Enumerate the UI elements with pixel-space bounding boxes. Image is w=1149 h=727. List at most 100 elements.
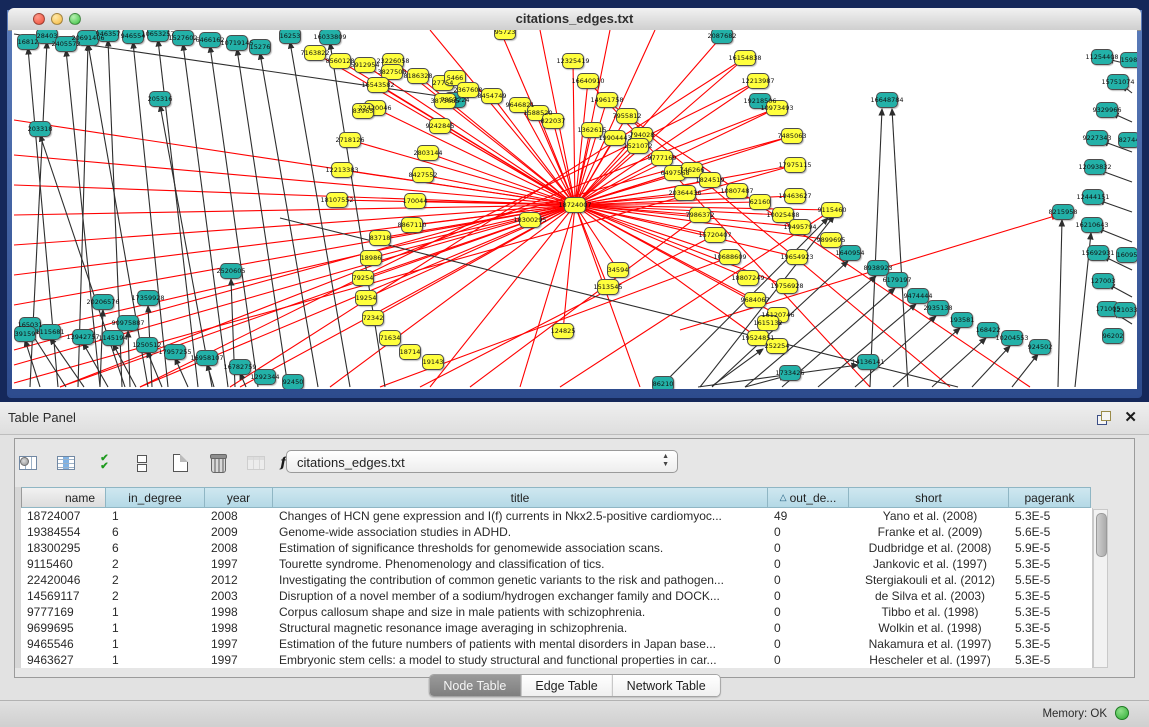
table-row[interactable]: 977716911998Corpus callosum shape and si… bbox=[21, 604, 1091, 620]
column-header-pagerank[interactable]: pagerank bbox=[1009, 487, 1091, 508]
table-cell[interactable]: 1 bbox=[106, 508, 205, 524]
table-cell[interactable]: 2 bbox=[106, 588, 205, 604]
table-cell[interactable]: 1997 bbox=[205, 652, 273, 668]
table-cell[interactable]: 5.3E-5 bbox=[1009, 556, 1091, 572]
new-document-icon[interactable] bbox=[168, 451, 192, 475]
table-cell[interactable]: 2009 bbox=[205, 524, 273, 540]
network-window-titlebar[interactable]: citations_edges.txt bbox=[8, 8, 1141, 31]
table-cell[interactable]: Changes of HCN gene expression and I(f) … bbox=[273, 508, 768, 524]
table-row[interactable]: 1830029562008Estimation of significance … bbox=[21, 540, 1091, 556]
tab-node-table[interactable]: Node Table bbox=[429, 675, 521, 696]
table-row[interactable]: 946554611997Estimation of the future num… bbox=[21, 636, 1091, 652]
table-cell[interactable]: 1998 bbox=[205, 604, 273, 620]
table-cell[interactable]: 5.3E-5 bbox=[1009, 508, 1091, 524]
table-cell[interactable]: 0 bbox=[768, 540, 849, 556]
table-cell[interactable]: 2 bbox=[106, 572, 205, 588]
column-header-short[interactable]: short bbox=[849, 487, 1009, 508]
float-panel-icon[interactable] bbox=[1097, 411, 1111, 425]
column-header-title[interactable]: title bbox=[273, 487, 768, 508]
table-cell[interactable]: Investigating the contribution of common… bbox=[273, 572, 768, 588]
table-cell[interactable]: Corpus callosum shape and size in male p… bbox=[273, 604, 768, 620]
table-cell[interactable]: Franke et al. (2009) bbox=[849, 524, 1009, 540]
table-cell[interactable]: 5.3E-5 bbox=[1009, 604, 1091, 620]
table-cell[interactable]: 14569117 bbox=[21, 588, 106, 604]
table-cell[interactable]: Tibbo et al. (1998) bbox=[849, 604, 1009, 620]
column-header-name[interactable]: name bbox=[21, 487, 106, 508]
table-settings-icon[interactable] bbox=[16, 451, 40, 475]
table-cell[interactable]: 1 bbox=[106, 636, 205, 652]
table-cell[interactable]: 5.6E-5 bbox=[1009, 524, 1091, 540]
vertical-scrollbar[interactable] bbox=[1093, 509, 1108, 668]
table-cell[interactable]: 5.3E-5 bbox=[1009, 620, 1091, 636]
table-cell[interactable]: Genome-wide association studies in ADHD. bbox=[273, 524, 768, 540]
network-view-canvas[interactable]: 1681228403240557220691406946357946554106… bbox=[12, 30, 1137, 389]
tab-network-table[interactable]: Network Table bbox=[613, 675, 720, 696]
table-cell[interactable]: 1997 bbox=[205, 556, 273, 572]
table-cell[interactable]: 6 bbox=[106, 524, 205, 540]
table-cell[interactable]: 2008 bbox=[205, 508, 273, 524]
table-cell[interactable]: 2 bbox=[106, 556, 205, 572]
table-cell[interactable]: 0 bbox=[768, 604, 849, 620]
close-panel-icon[interactable]: ✕ bbox=[1124, 408, 1137, 426]
table-cell[interactable]: Wolkin et al. (1998) bbox=[849, 620, 1009, 636]
table-cell[interactable]: 0 bbox=[768, 620, 849, 636]
table-cell[interactable]: 19384554 bbox=[21, 524, 106, 540]
table-cell[interactable]: Structural magnetic resonance image aver… bbox=[273, 620, 768, 636]
table-row[interactable]: 2242004622012Investigating the contribut… bbox=[21, 572, 1091, 588]
table-cell[interactable]: 18300295 bbox=[21, 540, 106, 556]
table-cell[interactable]: Stergiakouli et al. (2012) bbox=[849, 572, 1009, 588]
table-cell[interactable]: 49 bbox=[768, 508, 849, 524]
table-cell[interactable]: 9777169 bbox=[21, 604, 106, 620]
table-cell[interactable]: 1997 bbox=[205, 636, 273, 652]
table-cell[interactable]: Nakamura et al. (1997) bbox=[849, 636, 1009, 652]
table-cell[interactable]: Embryonic stem cells: a model to study s… bbox=[273, 652, 768, 668]
table-row[interactable]: 911546021997Tourette syndrome. Phenomeno… bbox=[21, 556, 1091, 572]
delete-trash-icon[interactable] bbox=[206, 451, 230, 475]
table-cell[interactable]: 5.3E-5 bbox=[1009, 636, 1091, 652]
table-cell[interactable]: Yano et al. (2008) bbox=[849, 508, 1009, 524]
table-cell[interactable]: 0 bbox=[768, 652, 849, 668]
table-cell[interactable]: 9465546 bbox=[21, 636, 106, 652]
table-selector-dropdown[interactable]: citations_edges.txt ▲▼ bbox=[286, 450, 678, 473]
table-cell[interactable]: 6 bbox=[106, 540, 205, 556]
table-cell[interactable]: 22420046 bbox=[21, 572, 106, 588]
table-row[interactable]: 1938455462009Genome-wide association stu… bbox=[21, 524, 1091, 540]
table-cell[interactable]: 0 bbox=[768, 556, 849, 572]
table-cell[interactable]: 1 bbox=[106, 604, 205, 620]
table-cell[interactable]: 0 bbox=[768, 636, 849, 652]
table-row[interactable]: 946362711997Embryonic stem cells: a mode… bbox=[21, 652, 1091, 668]
table-cell[interactable]: 2008 bbox=[205, 540, 273, 556]
table-cell[interactable]: 18724007 bbox=[21, 508, 106, 524]
table-cell[interactable]: Estimation of significance thresholds fo… bbox=[273, 540, 768, 556]
table-cell[interactable]: 2003 bbox=[205, 588, 273, 604]
table-cell[interactable]: 1998 bbox=[205, 620, 273, 636]
table-row[interactable]: 1872400712008Changes of HCN gene express… bbox=[21, 508, 1091, 524]
column-header-in_degree[interactable]: in_degree bbox=[106, 487, 205, 508]
table-cell[interactable]: 5.3E-5 bbox=[1009, 652, 1091, 668]
table-row[interactable]: 1456911722003Disruption of a novel membe… bbox=[21, 588, 1091, 604]
table-cell[interactable]: Estimation of the future numbers of pati… bbox=[273, 636, 768, 652]
row-height-icon[interactable] bbox=[130, 451, 154, 475]
table-cell[interactable]: 1 bbox=[106, 620, 205, 636]
table-cell[interactable]: 9699695 bbox=[21, 620, 106, 636]
column-header-out_de[interactable]: △out_de... bbox=[768, 487, 849, 508]
table-cell[interactable]: Hescheler et al. (1997) bbox=[849, 652, 1009, 668]
table-cell[interactable]: Disruption of a novel member of a sodium… bbox=[273, 588, 768, 604]
table-cell[interactable]: de Silva et al. (2003) bbox=[849, 588, 1009, 604]
table-cell[interactable]: 5.5E-5 bbox=[1009, 572, 1091, 588]
table-cell[interactable]: 1 bbox=[106, 652, 205, 668]
column-header-year[interactable]: year bbox=[205, 487, 273, 508]
table-cell[interactable]: 0 bbox=[768, 588, 849, 604]
table-cell[interactable]: 5.9E-5 bbox=[1009, 540, 1091, 556]
table-cell[interactable]: 9463627 bbox=[21, 652, 106, 668]
row-selection-checks-icon[interactable]: ✔✔ bbox=[92, 451, 116, 475]
table-cell[interactable]: 2012 bbox=[205, 572, 273, 588]
scrollbar-thumb[interactable] bbox=[1096, 513, 1107, 557]
show-columns-icon[interactable] bbox=[54, 451, 78, 475]
table-row[interactable]: 969969511998Structural magnetic resonanc… bbox=[21, 620, 1091, 636]
table-cell[interactable]: 0 bbox=[768, 524, 849, 540]
tab-edge-table[interactable]: Edge Table bbox=[521, 675, 612, 696]
table-cell[interactable]: Dudbridge et al. (2008) bbox=[849, 540, 1009, 556]
table-cell[interactable]: 9115460 bbox=[21, 556, 106, 572]
table-cell[interactable]: Tourette syndrome. Phenomenology and cla… bbox=[273, 556, 768, 572]
